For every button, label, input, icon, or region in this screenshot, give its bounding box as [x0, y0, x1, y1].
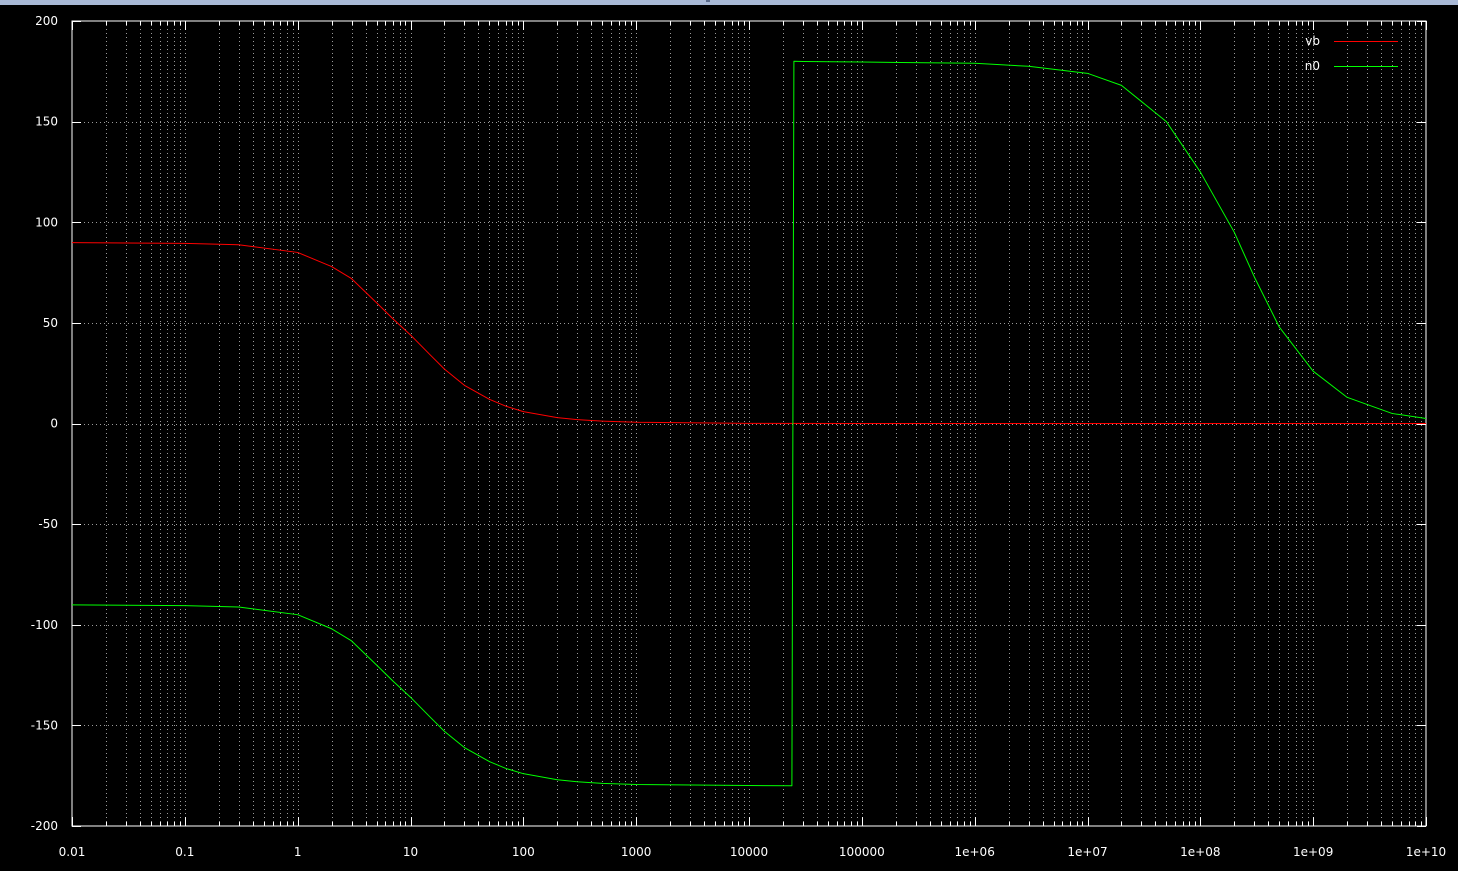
x-tick-label: 100	[512, 845, 535, 859]
y-tick-label: 100	[35, 215, 58, 229]
y-tick-label: 0	[50, 417, 58, 431]
x-tick-label: 1e+06	[954, 845, 994, 859]
legend: vb n0	[1305, 34, 1398, 73]
x-tick-label: 1e+08	[1180, 845, 1220, 859]
y-tick-label: 50	[43, 316, 58, 330]
x-tick-label: 10	[403, 845, 418, 859]
x-tick-label: 0.1	[175, 845, 194, 859]
y-tick-label: -200	[31, 819, 58, 833]
y-tick-label: -50	[38, 517, 58, 531]
legend-label-vb: vb	[1305, 34, 1320, 48]
x-tick-label: 0.01	[59, 845, 86, 859]
y-tick-label: -150	[31, 718, 58, 732]
legend-label-n0: n0	[1305, 59, 1320, 73]
y-tick-label: -100	[31, 618, 58, 632]
x-tick-label: 1e+10	[1406, 845, 1446, 859]
x-tick-label: 1e+09	[1293, 845, 1333, 859]
x-tick-label: 100000	[839, 845, 885, 859]
x-tick-label: 1	[294, 845, 302, 859]
plot-canvas: 0.01 0.1 1 10 100 1000 10000 100000 1e+06 1e+07 1e…	[31, 14, 1446, 859]
y-tick-label: 200	[35, 14, 58, 28]
tick-labels: 0.01 0.1 1 10 100 1000 10000 100000 1e+06 1e+07 1e…	[31, 14, 1446, 859]
x-tick-label: 10000	[730, 845, 768, 859]
y-tick-label: 150	[35, 115, 58, 129]
x-tick-label: 1000	[621, 845, 652, 859]
x-tick-label: 1e+07	[1067, 845, 1107, 859]
